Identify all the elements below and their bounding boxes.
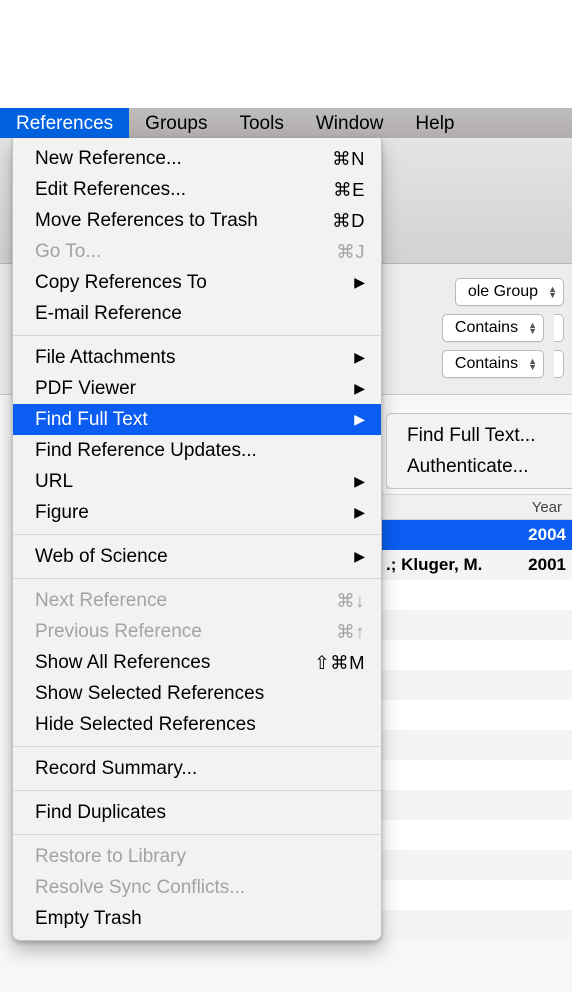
shortcut-text: ⌘E (333, 179, 365, 201)
cell-author: .; Kluger, M. (386, 555, 516, 575)
shortcut-text: ⌘J (336, 241, 365, 263)
menubar-item-help[interactable]: Help (399, 108, 470, 138)
menubar-item-tools[interactable]: Tools (223, 108, 299, 138)
shortcut-text: ⌘N (332, 148, 365, 170)
menubar-item-window[interactable]: Window (300, 108, 400, 138)
filter-condition-2-label: Contains (455, 355, 518, 373)
menu-item-file-attachments[interactable]: File Attachments ▶ (13, 342, 381, 373)
references-menu-dropdown: New Reference... ⌘N Edit References... ⌘… (12, 138, 382, 941)
filter-condition-2[interactable]: Contains ▲▼ (442, 350, 544, 378)
menubar-item-groups[interactable]: Groups (129, 108, 223, 138)
submenu-item-authenticate[interactable]: Authenticate... (387, 451, 572, 482)
cell-year: 2004 (516, 525, 572, 545)
group-dropdown[interactable]: ole Group ▲▼ (455, 278, 564, 306)
menu-item-figure[interactable]: Figure ▶ (13, 497, 381, 528)
empty-row (382, 610, 572, 640)
chevron-updown-icon: ▲▼ (548, 286, 557, 298)
menu-item-find-duplicates[interactable]: Find Duplicates (13, 797, 381, 828)
filter-condition-1-label: Contains (455, 319, 518, 337)
column-header-year[interactable]: Year (382, 494, 572, 520)
submenu-arrow-icon: ▶ (354, 380, 365, 397)
menu-item-show-selected-references[interactable]: Show Selected References (13, 678, 381, 709)
empty-row (382, 670, 572, 700)
menu-item-web-of-science[interactable]: Web of Science ▶ (13, 541, 381, 572)
menu-item-move-to-trash[interactable]: Move References to Trash ⌘D (13, 205, 381, 236)
reference-table: Year 2004 .; Kluger, M. 2001 (382, 494, 572, 940)
menu-item-show-all-references[interactable]: Show All References ⇧⌘M (13, 647, 381, 678)
menu-item-new-reference[interactable]: New Reference... ⌘N (13, 143, 381, 174)
menu-item-pdf-viewer[interactable]: PDF Viewer ▶ (13, 373, 381, 404)
find-full-text-submenu: Find Full Text... Authenticate... (386, 413, 572, 489)
empty-row (382, 700, 572, 730)
empty-row (382, 790, 572, 820)
menu-item-email-reference[interactable]: E-mail Reference (13, 298, 381, 329)
menu-separator (13, 335, 381, 336)
menu-item-find-reference-updates[interactable]: Find Reference Updates... (13, 435, 381, 466)
menu-item-restore-to-library: Restore to Library (13, 841, 381, 872)
cell-year: 2001 (516, 555, 572, 575)
filter-value-field-1[interactable] (554, 314, 564, 342)
window-chrome-blank (0, 0, 572, 108)
filter-condition-1[interactable]: Contains ▲▼ (442, 314, 544, 342)
empty-row (382, 760, 572, 790)
filter-value-field-2[interactable] (554, 350, 564, 378)
shortcut-text: ⌘↑ (336, 621, 365, 643)
shortcut-text: ⌘D (332, 210, 365, 232)
menubar-item-references[interactable]: References (0, 108, 129, 138)
menu-separator (13, 534, 381, 535)
menu-separator (13, 578, 381, 579)
empty-row (382, 910, 572, 940)
empty-row (382, 640, 572, 670)
table-row[interactable]: .; Kluger, M. 2001 (382, 550, 572, 580)
menu-item-previous-reference: Previous Reference ⌘↑ (13, 616, 381, 647)
menu-separator (13, 746, 381, 747)
submenu-item-find-full-text[interactable]: Find Full Text... (387, 420, 572, 451)
menu-separator (13, 834, 381, 835)
shortcut-text: ⇧⌘M (314, 652, 365, 674)
empty-row (382, 880, 572, 910)
menu-item-record-summary[interactable]: Record Summary... (13, 753, 381, 784)
empty-row (382, 820, 572, 850)
menu-separator (13, 790, 381, 791)
submenu-arrow-icon: ▶ (354, 504, 365, 521)
group-dropdown-label: ole Group (468, 283, 538, 301)
menu-item-edit-references[interactable]: Edit References... ⌘E (13, 174, 381, 205)
menu-item-url[interactable]: URL ▶ (13, 466, 381, 497)
menu-item-copy-references-to[interactable]: Copy References To ▶ (13, 267, 381, 298)
submenu-arrow-icon: ▶ (354, 548, 365, 565)
chevron-updown-icon: ▲▼ (528, 322, 537, 334)
shortcut-text: ⌘↓ (336, 590, 365, 612)
menu-item-hide-selected-references[interactable]: Hide Selected References (13, 709, 381, 740)
submenu-arrow-icon: ▶ (354, 473, 365, 490)
submenu-arrow-icon: ▶ (354, 411, 365, 428)
empty-row (382, 580, 572, 610)
menu-item-go-to: Go To... ⌘J (13, 236, 381, 267)
submenu-arrow-icon: ▶ (354, 349, 365, 366)
table-row[interactable]: 2004 (382, 520, 572, 550)
menu-item-find-full-text[interactable]: Find Full Text ▶ (13, 404, 381, 435)
menu-item-next-reference: Next Reference ⌘↓ (13, 585, 381, 616)
submenu-arrow-icon: ▶ (354, 274, 365, 291)
menu-item-resolve-sync-conflicts: Resolve Sync Conflicts... (13, 872, 381, 903)
menu-item-empty-trash[interactable]: Empty Trash (13, 903, 381, 934)
chevron-updown-icon: ▲▼ (528, 358, 537, 370)
empty-row (382, 850, 572, 880)
empty-row (382, 730, 572, 760)
menu-bar: References Groups Tools Window Help (0, 108, 572, 138)
